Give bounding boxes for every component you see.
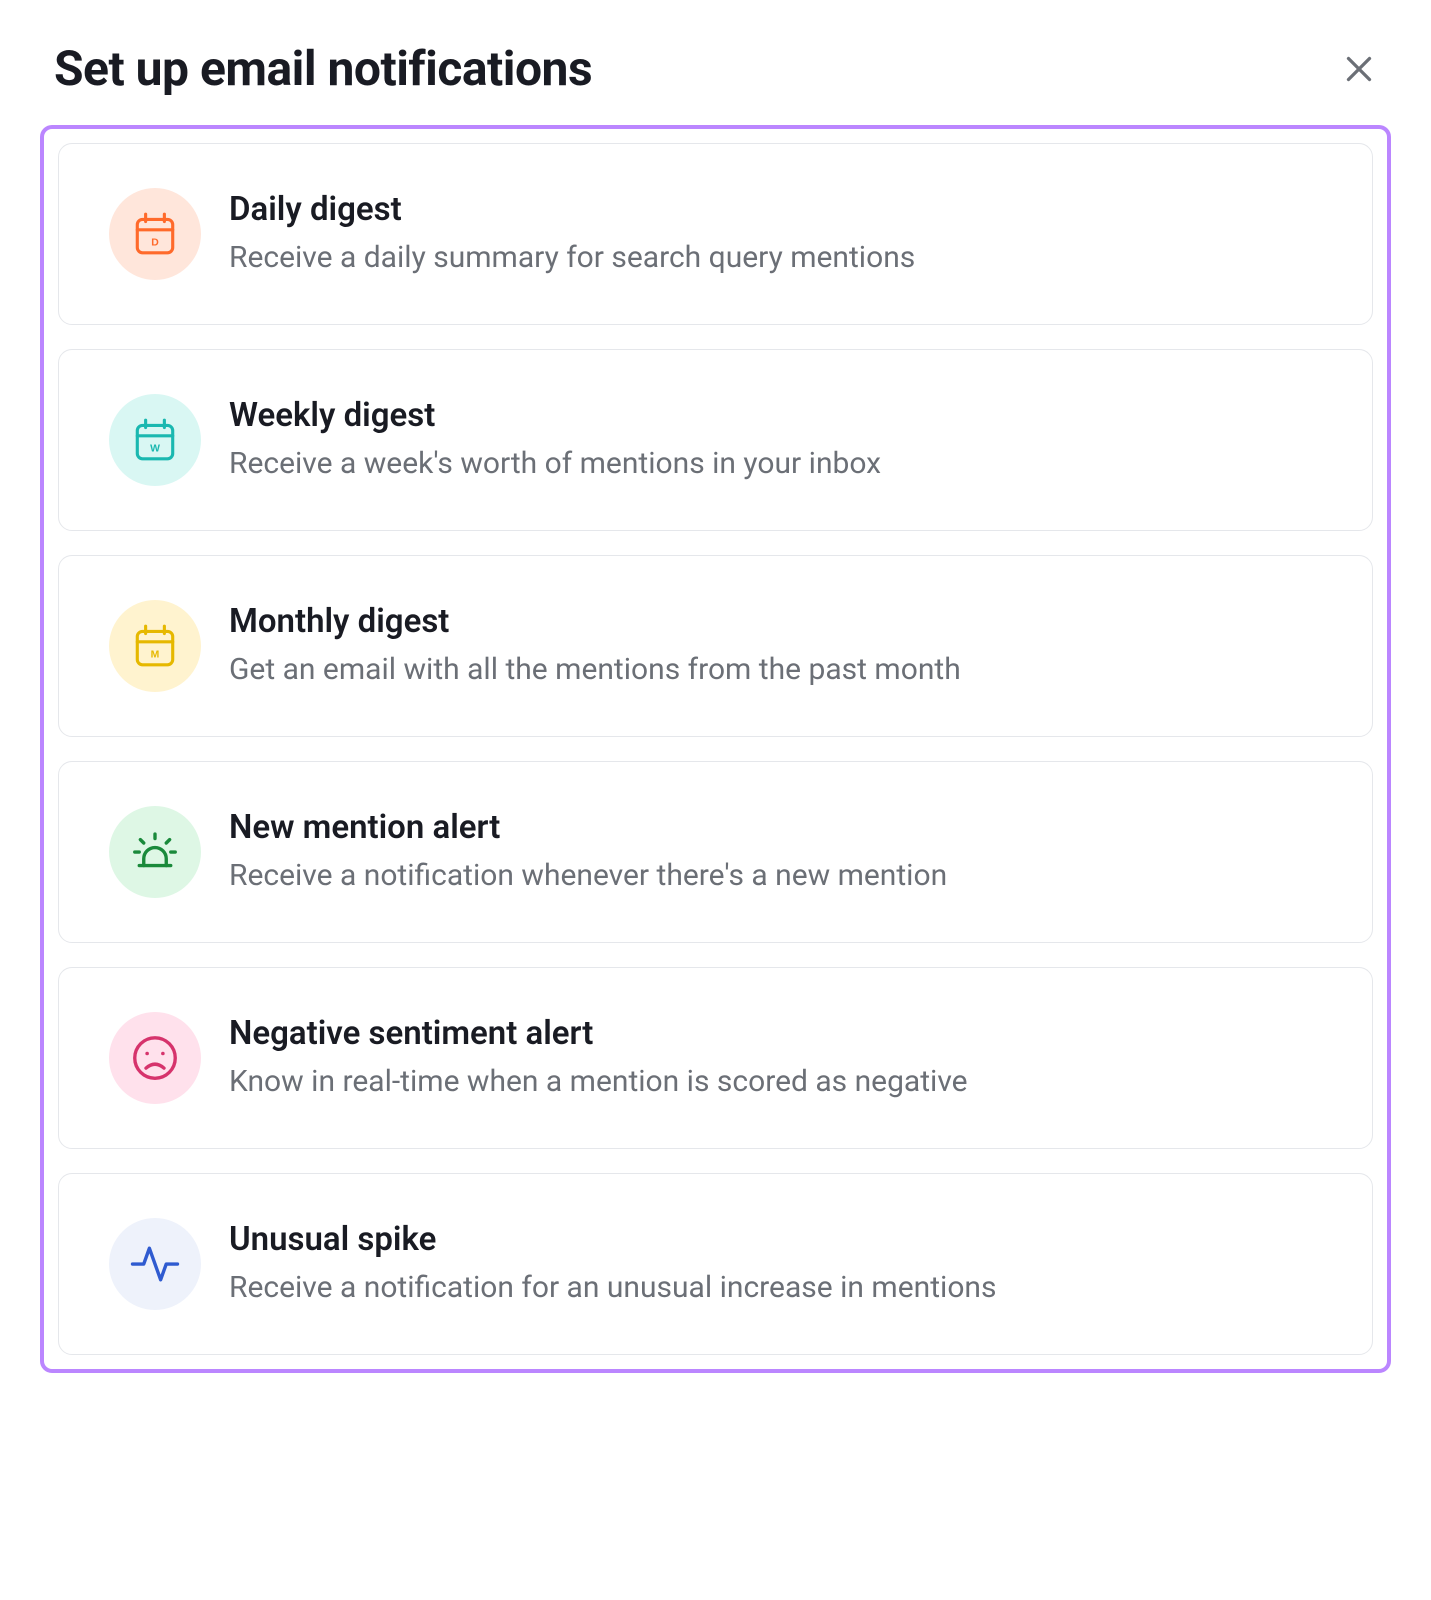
option-weekly-digest[interactable]: W Weekly digest Receive a week's worth o… bbox=[58, 349, 1373, 531]
alarm-icon bbox=[109, 806, 201, 898]
svg-text:D: D bbox=[151, 237, 159, 248]
option-desc: Receive a notification for an unusual in… bbox=[229, 1268, 996, 1309]
option-desc: Get an email with all the mentions from … bbox=[229, 650, 961, 691]
option-unusual-spike[interactable]: Unusual spike Receive a notification for… bbox=[58, 1173, 1373, 1355]
option-monthly-digest[interactable]: M Monthly digest Get an email with all t… bbox=[58, 555, 1373, 737]
option-negative-sentiment[interactable]: Negative sentiment alert Know in real-ti… bbox=[58, 967, 1373, 1149]
modal-header: Set up email notifications bbox=[40, 40, 1391, 97]
notifications-modal: Set up email notifications D Daily dige bbox=[0, 0, 1431, 1373]
options-panel: D Daily digest Receive a daily summary f… bbox=[40, 125, 1391, 1373]
modal-title: Set up email notifications bbox=[54, 40, 592, 97]
option-desc: Receive a notification whenever there's … bbox=[229, 856, 947, 897]
option-text: Negative sentiment alert Know in real-ti… bbox=[229, 1014, 968, 1102]
option-title: New mention alert bbox=[229, 808, 947, 848]
option-title: Weekly digest bbox=[229, 396, 881, 436]
option-text: Monthly digest Get an email with all the… bbox=[229, 602, 961, 690]
frown-icon bbox=[109, 1012, 201, 1104]
option-desc: Receive a daily summary for search query… bbox=[229, 238, 915, 279]
option-title: Monthly digest bbox=[229, 602, 961, 642]
calendar-week-icon: W bbox=[109, 394, 201, 486]
option-daily-digest[interactable]: D Daily digest Receive a daily summary f… bbox=[58, 143, 1373, 325]
calendar-month-icon: M bbox=[109, 600, 201, 692]
option-title: Unusual spike bbox=[229, 1220, 996, 1260]
svg-text:W: W bbox=[150, 443, 160, 454]
svg-text:M: M bbox=[151, 649, 160, 660]
option-text: Weekly digest Receive a week's worth of … bbox=[229, 396, 881, 484]
option-text: Unusual spike Receive a notification for… bbox=[229, 1220, 996, 1308]
option-text: Daily digest Receive a daily summary for… bbox=[229, 190, 915, 278]
close-icon bbox=[1341, 51, 1377, 87]
option-desc: Receive a week's worth of mentions in yo… bbox=[229, 444, 881, 485]
option-desc: Know in real-time when a mention is scor… bbox=[229, 1062, 968, 1103]
calendar-day-icon: D bbox=[109, 188, 201, 280]
option-title: Negative sentiment alert bbox=[229, 1014, 968, 1054]
option-title: Daily digest bbox=[229, 190, 915, 230]
option-text: New mention alert Receive a notification… bbox=[229, 808, 947, 896]
option-new-mention[interactable]: New mention alert Receive a notification… bbox=[58, 761, 1373, 943]
close-button[interactable] bbox=[1337, 47, 1381, 91]
activity-icon bbox=[109, 1218, 201, 1310]
